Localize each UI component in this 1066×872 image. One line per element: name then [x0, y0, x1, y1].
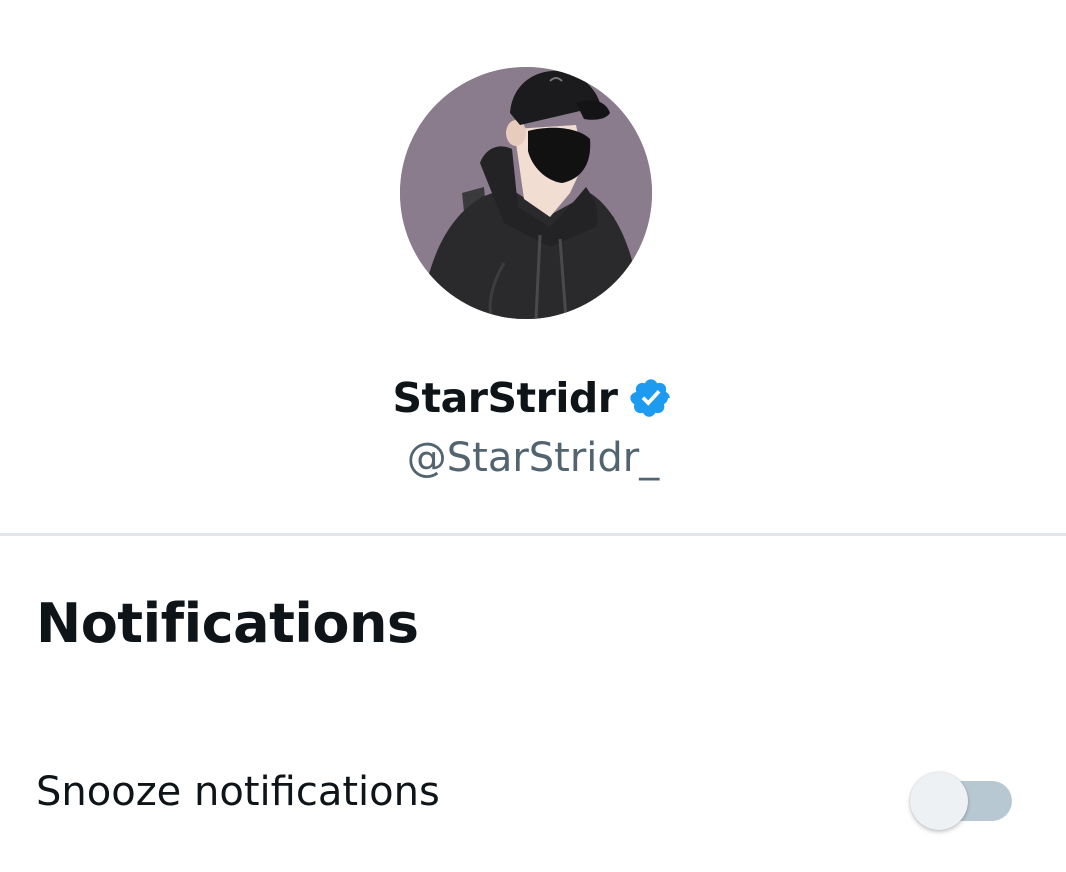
toggle-thumb — [910, 772, 968, 830]
section-divider — [0, 533, 1066, 536]
snooze-notifications-label: Snooze notifications — [36, 769, 440, 815]
notifications-heading: Notifications — [36, 592, 419, 655]
profile-handle: @StarStridr_ — [406, 435, 660, 481]
profile-header: StarStridr @StarStridr_ — [0, 0, 1066, 534]
display-name[interactable]: StarStridr — [393, 368, 618, 428]
avatar-illustration — [400, 67, 652, 319]
snooze-notifications-row[interactable]: Snooze notifications — [0, 750, 1066, 836]
snooze-notifications-toggle[interactable] — [908, 760, 1014, 830]
verified-badge-icon — [629, 376, 673, 420]
name-row: StarStridr — [0, 368, 1066, 428]
avatar[interactable] — [400, 67, 652, 319]
